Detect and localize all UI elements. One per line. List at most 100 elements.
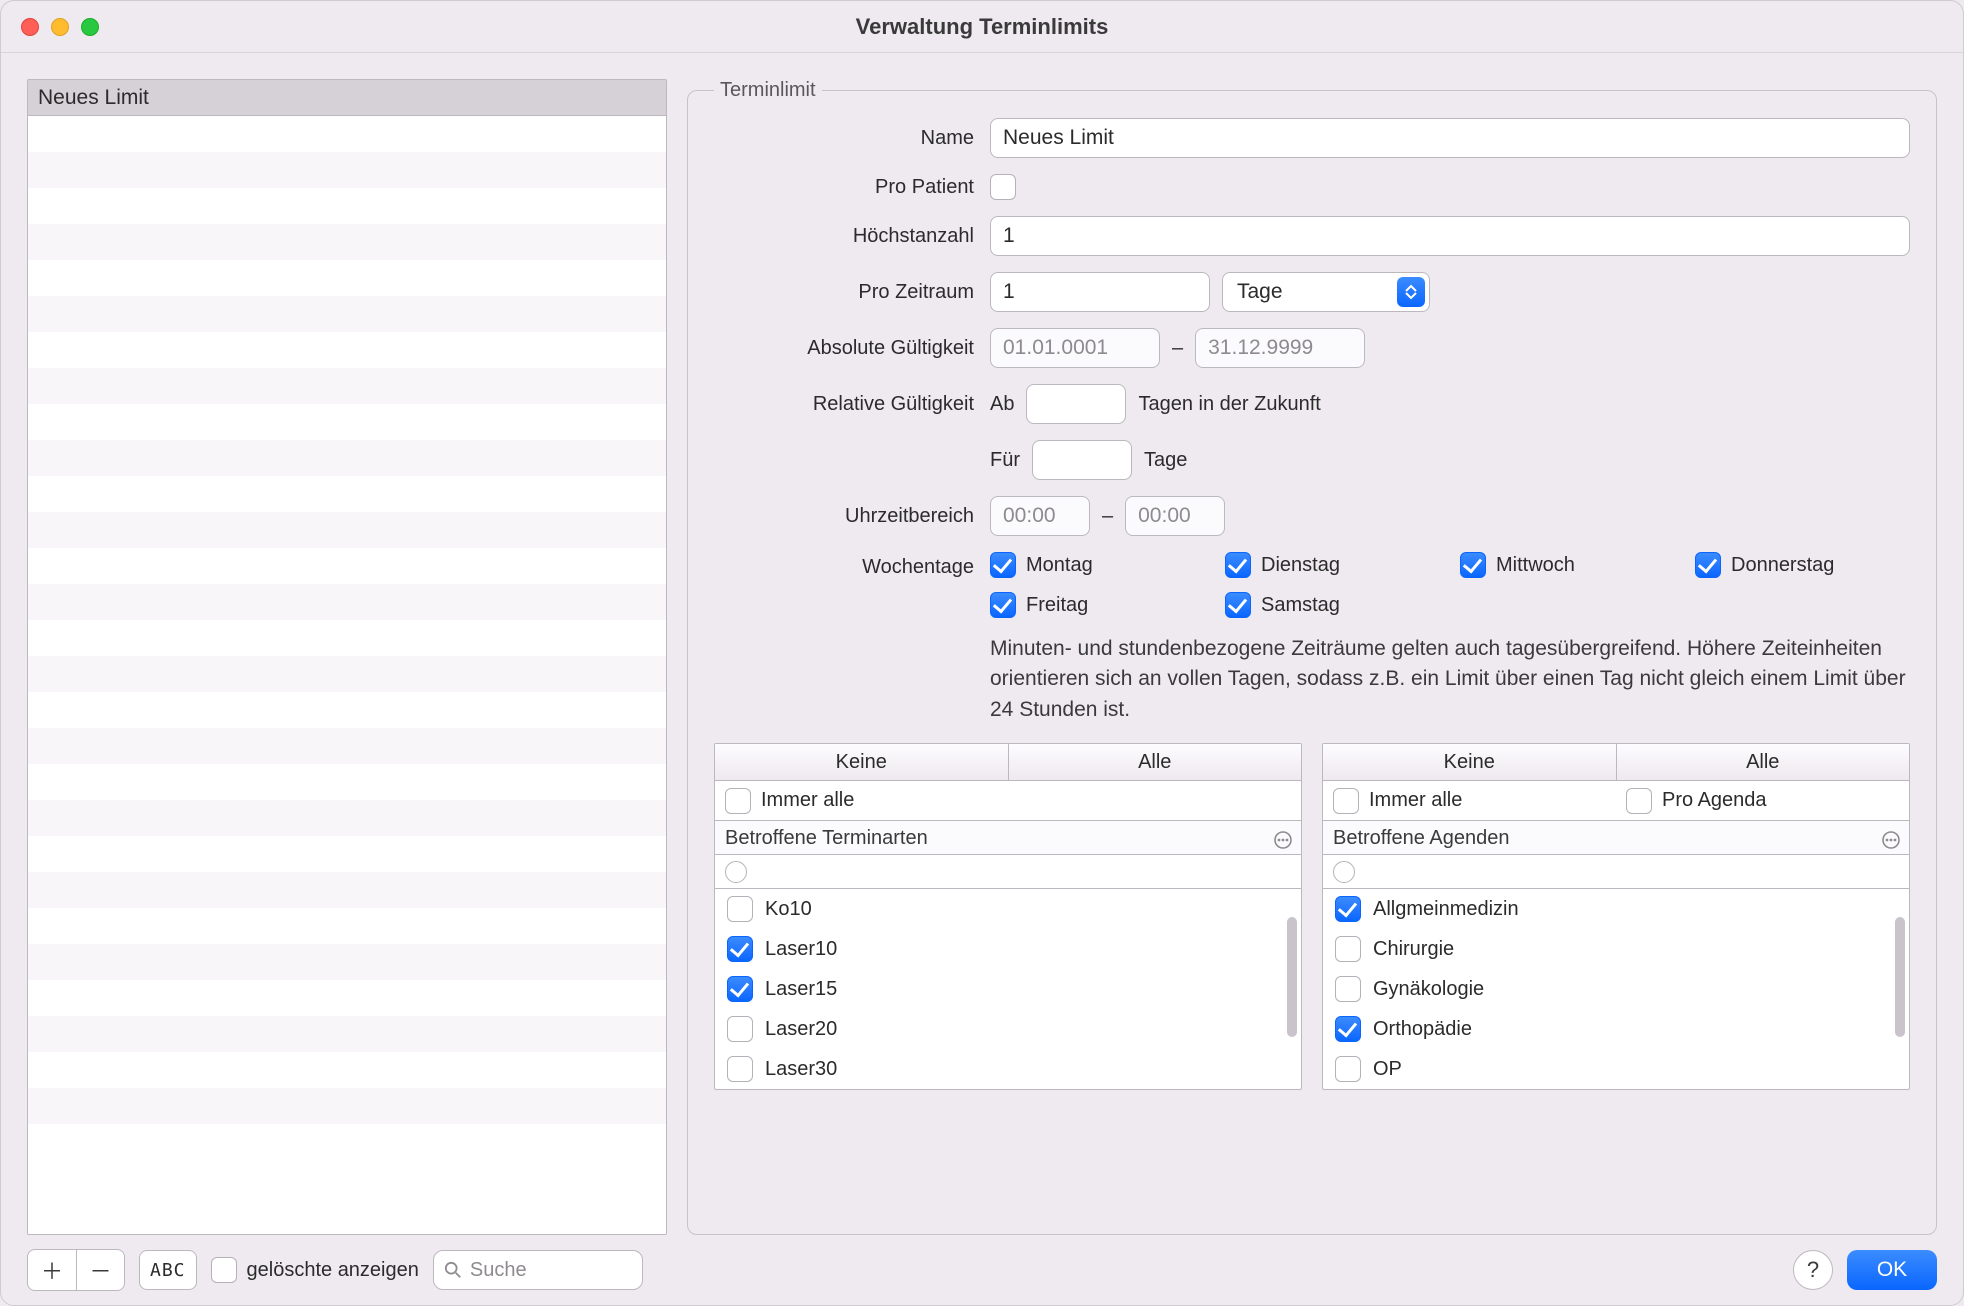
- terminarten-immer-alle-checkbox[interactable]: [725, 788, 751, 814]
- day-sat[interactable]: Samstag: [1225, 592, 1440, 618]
- search-placeholder: Suche: [470, 1259, 527, 1282]
- terminarten-item[interactable]: Laser30: [715, 1049, 1301, 1089]
- terminarten-header-keine[interactable]: Keine: [715, 744, 1008, 780]
- list-item[interactable]: [28, 800, 666, 836]
- agenden-header-alle[interactable]: Alle: [1616, 744, 1910, 780]
- agenden-more-icon[interactable]: [1881, 827, 1901, 861]
- time-from-input[interactable]: [990, 496, 1090, 536]
- list-item[interactable]: [28, 404, 666, 440]
- day-wed-checkbox[interactable]: [1460, 552, 1486, 578]
- agenden-immer-alle-checkbox[interactable]: [1333, 788, 1359, 814]
- list-item[interactable]: [28, 836, 666, 872]
- agenden-item[interactable]: Gynäkologie: [1323, 969, 1909, 1009]
- list-item[interactable]: [28, 368, 666, 404]
- abs-from-input[interactable]: [990, 328, 1160, 368]
- day-tue[interactable]: Dienstag: [1225, 552, 1440, 578]
- list-item[interactable]: [28, 1088, 666, 1124]
- agenden-item-checkbox[interactable]: [1335, 1016, 1361, 1042]
- agenden-item[interactable]: Orthopädie: [1323, 1009, 1909, 1049]
- period-value-input[interactable]: [990, 272, 1210, 312]
- terminarten-item-checkbox[interactable]: [727, 1016, 753, 1042]
- agenden-item[interactable]: OP: [1323, 1049, 1909, 1089]
- list-item[interactable]: [28, 188, 666, 224]
- rel-for-input[interactable]: [1032, 440, 1132, 480]
- remove-button[interactable]: －: [76, 1250, 124, 1290]
- day-tue-checkbox[interactable]: [1225, 552, 1251, 578]
- add-button[interactable]: ＋: [28, 1250, 76, 1290]
- bottom-toolbar: ＋ － ABC gelöschte anzeigen Suche ? OK: [1, 1235, 1963, 1305]
- agenden-item-checkbox[interactable]: [1335, 936, 1361, 962]
- day-fri-checkbox[interactable]: [990, 592, 1016, 618]
- time-to-input[interactable]: [1125, 496, 1225, 536]
- limits-list-header[interactable]: Neues Limit: [28, 80, 666, 116]
- day-mon[interactable]: Montag: [990, 552, 1205, 578]
- terminarten-more-icon[interactable]: [1273, 827, 1293, 861]
- terminarten-header-alle[interactable]: Alle: [1008, 744, 1302, 780]
- list-item[interactable]: [28, 872, 666, 908]
- agenden-table: Keine Alle Immer alle Pro Agenda: [1322, 743, 1910, 1090]
- terminarten-item-checkbox[interactable]: [727, 1056, 753, 1082]
- terminarten-item[interactable]: Laser20: [715, 1009, 1301, 1049]
- list-item[interactable]: [28, 944, 666, 980]
- day-thu[interactable]: Donnerstag: [1695, 552, 1910, 578]
- list-item[interactable]: [28, 1052, 666, 1088]
- terminarten-item-checkbox[interactable]: [727, 936, 753, 962]
- day-wed[interactable]: Mittwoch: [1460, 552, 1675, 578]
- list-item[interactable]: [28, 332, 666, 368]
- agenden-pro-agenda-checkbox[interactable]: [1626, 788, 1652, 814]
- search-field[interactable]: Suche: [433, 1250, 643, 1290]
- day-sat-label: Samstag: [1261, 594, 1340, 617]
- list-item[interactable]: [28, 152, 666, 188]
- list-item[interactable]: [28, 764, 666, 800]
- pro-patient-checkbox[interactable]: [990, 174, 1016, 200]
- agenden-item-checkbox[interactable]: [1335, 1056, 1361, 1082]
- agenden-item[interactable]: Allgmeinmedizin: [1323, 889, 1909, 929]
- agenden-search-icon[interactable]: [1333, 861, 1355, 883]
- list-item[interactable]: [28, 440, 666, 476]
- list-item[interactable]: [28, 512, 666, 548]
- list-item[interactable]: [28, 260, 666, 296]
- rel-from-input[interactable]: [1026, 384, 1126, 424]
- agenden-header-keine[interactable]: Keine: [1323, 744, 1616, 780]
- list-item[interactable]: [28, 620, 666, 656]
- terminarten-item[interactable]: Ko10: [715, 889, 1301, 929]
- list-item[interactable]: [28, 1016, 666, 1052]
- period-unit-select[interactable]: Tage: [1222, 272, 1430, 312]
- list-item[interactable]: [28, 908, 666, 944]
- ok-button[interactable]: OK: [1847, 1250, 1937, 1290]
- day-mon-checkbox[interactable]: [990, 552, 1016, 578]
- list-item[interactable]: [28, 980, 666, 1016]
- terminarten-body[interactable]: Ko10Laser10Laser15Laser20Laser30: [715, 889, 1301, 1089]
- terminarten-search-icon[interactable]: [725, 861, 747, 883]
- agenden-item-checkbox[interactable]: [1335, 976, 1361, 1002]
- terminarten-item[interactable]: Laser15: [715, 969, 1301, 1009]
- list-item[interactable]: [28, 476, 666, 512]
- abc-button[interactable]: ABC: [139, 1250, 197, 1290]
- day-thu-checkbox[interactable]: [1695, 552, 1721, 578]
- help-button[interactable]: ?: [1793, 1250, 1833, 1290]
- terminarten-item-checkbox[interactable]: [727, 976, 753, 1002]
- list-item[interactable]: [28, 728, 666, 764]
- agenden-body[interactable]: AllgmeinmedizinChirurgie Gynäkologie Ortho…: [1323, 889, 1909, 1089]
- terminarten-item[interactable]: Laser10: [715, 929, 1301, 969]
- list-item[interactable]: [28, 656, 666, 692]
- list-item[interactable]: [28, 296, 666, 332]
- day-fri[interactable]: Freitag: [990, 592, 1205, 618]
- list-item[interactable]: [28, 224, 666, 260]
- scrollbar-thumb[interactable]: [1895, 917, 1905, 1037]
- abs-to-input[interactable]: [1195, 328, 1365, 368]
- show-deleted-checkbox[interactable]: [211, 1257, 237, 1283]
- name-input[interactable]: [990, 118, 1910, 158]
- terminarten-item-checkbox[interactable]: [727, 896, 753, 922]
- list-item[interactable]: [28, 584, 666, 620]
- agenden-item-label: Gynäkologie: [1373, 978, 1484, 1001]
- scrollbar-thumb[interactable]: [1287, 917, 1297, 1037]
- agenden-item[interactable]: Chirurgie: [1323, 929, 1909, 969]
- max-input[interactable]: [990, 216, 1910, 256]
- list-item[interactable]: [28, 692, 666, 728]
- agenden-item-checkbox[interactable]: [1335, 896, 1361, 922]
- list-item[interactable]: [28, 116, 666, 152]
- list-item[interactable]: [28, 548, 666, 584]
- day-sat-checkbox[interactable]: [1225, 592, 1251, 618]
- limits-list[interactable]: Neues Limit: [27, 79, 667, 1235]
